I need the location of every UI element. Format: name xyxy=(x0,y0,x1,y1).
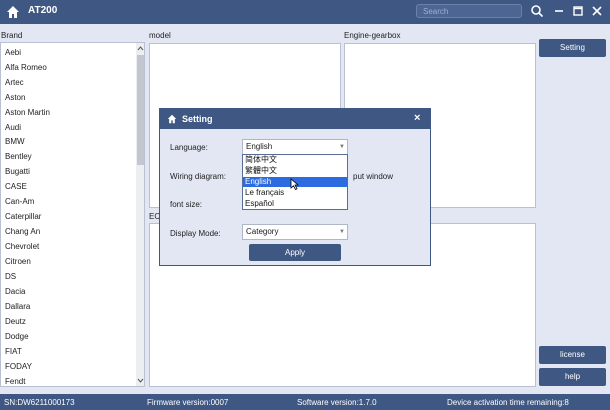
dialog-title: Setting xyxy=(182,114,213,124)
list-item[interactable]: Bentley xyxy=(5,152,32,161)
language-option-simplified-chinese[interactable]: 简体中文 xyxy=(243,155,347,165)
app-title: AT200 xyxy=(28,5,58,16)
dialog-title-bar: Setting × xyxy=(160,109,430,129)
display-mode-value: Category xyxy=(246,227,279,236)
title-bar: AT200 Search xyxy=(0,0,610,24)
list-item[interactable]: FODAY xyxy=(5,362,32,371)
list-item[interactable]: Dallara xyxy=(5,302,30,311)
search-icon[interactable] xyxy=(530,4,544,18)
software-version: Software version:1.7.0 xyxy=(297,398,377,407)
list-item[interactable]: Chang An xyxy=(5,227,40,236)
list-item[interactable]: Caterpillar xyxy=(5,212,41,221)
home-icon[interactable] xyxy=(6,5,20,19)
engine-gearbox-label: Engine-gearbox xyxy=(344,31,401,40)
display-mode-select[interactable]: Category ▼ xyxy=(242,224,348,240)
wiring-diagram-value: put window xyxy=(353,172,394,181)
help-button[interactable]: help xyxy=(539,368,606,386)
list-item[interactable]: Bugatti xyxy=(5,167,30,176)
license-button[interactable]: license xyxy=(539,346,606,364)
close-icon[interactable] xyxy=(590,4,604,18)
font-size-label: font size: xyxy=(170,200,203,209)
display-mode-label: Display Mode: xyxy=(170,229,221,238)
language-label: Language: xyxy=(170,143,208,152)
brand-label: Brand xyxy=(1,31,23,40)
list-item[interactable]: Aston xyxy=(5,93,25,102)
chevron-up-icon[interactable] xyxy=(137,45,144,51)
brand-list[interactable]: Aebi Alfa Romeo Artec Aston Aston Martin… xyxy=(0,42,145,387)
list-item[interactable]: Chevrolet xyxy=(5,242,39,251)
list-item[interactable]: Aston Martin xyxy=(5,108,50,117)
apply-button[interactable]: Apply xyxy=(249,244,341,261)
list-item[interactable]: Can-Am xyxy=(5,197,34,206)
brand-scrollbar[interactable] xyxy=(136,43,144,386)
home-icon xyxy=(167,114,177,124)
activation-time: Device activation time remaining:8 xyxy=(447,398,569,407)
list-item[interactable]: DS xyxy=(5,272,16,281)
list-item[interactable]: Dodge xyxy=(5,332,29,341)
search-input[interactable]: Search xyxy=(416,4,522,18)
model-label: model xyxy=(149,31,171,40)
list-item[interactable]: BMW xyxy=(5,137,25,146)
list-item[interactable]: Artec xyxy=(5,78,24,87)
list-item[interactable]: Audi xyxy=(5,123,21,132)
setting-button[interactable]: Setting xyxy=(539,39,606,57)
list-item[interactable]: CASE xyxy=(5,182,27,191)
serial-number: SN:DW6211000173 xyxy=(4,398,75,407)
list-item[interactable]: Dacia xyxy=(5,287,25,296)
list-item[interactable]: Citroen xyxy=(5,257,31,266)
chevron-down-icon[interactable] xyxy=(137,378,144,384)
chevron-down-icon: ▼ xyxy=(339,229,345,235)
dialog-close-icon[interactable]: × xyxy=(414,112,420,124)
firmware-version: Firmware version:0007 xyxy=(147,398,229,407)
status-bar: SN:DW6211000173 Firmware version:0007 So… xyxy=(0,394,610,410)
scrollbar-thumb[interactable] xyxy=(137,55,144,165)
language-select-value: English xyxy=(246,142,273,151)
maximize-icon[interactable] xyxy=(571,4,585,18)
minimize-icon[interactable] xyxy=(552,4,566,18)
language-option-traditional-chinese[interactable]: 繁體中文 xyxy=(243,166,347,176)
cursor-icon xyxy=(290,178,299,190)
list-item[interactable]: Alfa Romeo xyxy=(5,63,47,72)
chevron-down-icon: ▼ xyxy=(339,144,345,150)
list-item[interactable]: Aebi xyxy=(5,48,21,57)
list-item[interactable]: Deutz xyxy=(5,317,26,326)
language-option-spanish[interactable]: Español xyxy=(243,199,347,209)
wiring-diagram-label: Wiring diagram: xyxy=(170,172,227,181)
list-item[interactable]: FIAT xyxy=(5,347,22,356)
list-item[interactable]: Fendt xyxy=(5,377,25,386)
language-select[interactable]: English ▼ xyxy=(242,139,348,155)
